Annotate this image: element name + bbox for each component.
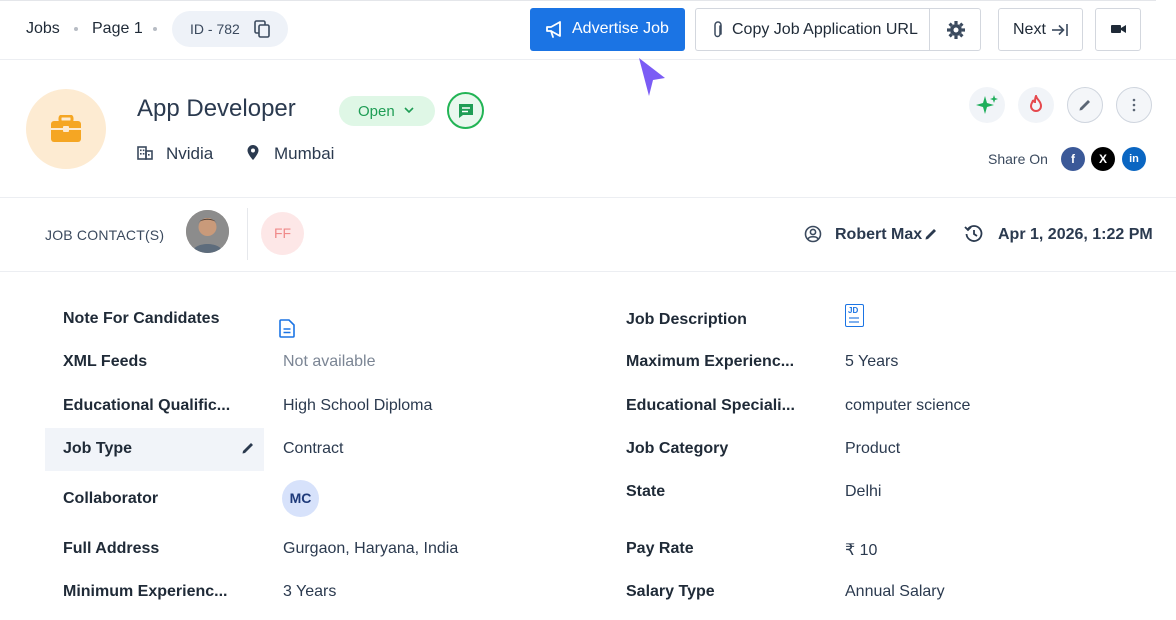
field-value: Not available [283, 353, 376, 370]
top-divider [0, 0, 1156, 1]
breadcrumb-page[interactable]: Page 1 [92, 20, 143, 38]
ai-sparkle-button[interactable] [969, 87, 1005, 123]
job-header: App Developer Open Nvidia Mumbai Share O… [0, 60, 1176, 198]
job-contacts-label: JOB CONTACT(S) [45, 227, 165, 243]
building-icon [137, 146, 153, 160]
edit-job-button[interactable] [1067, 87, 1103, 123]
job-description-file-icon[interactable]: JD [845, 304, 864, 327]
next-label: Next [1013, 21, 1046, 38]
person-photo [186, 210, 229, 253]
facebook-icon[interactable]: f [1061, 147, 1085, 171]
status-dropdown[interactable]: Open [339, 96, 435, 126]
contacts-divider [247, 208, 248, 260]
chevron-down-icon [404, 107, 414, 113]
field-value: High School Diploma [283, 397, 433, 414]
hot-job-button[interactable] [1018, 87, 1054, 123]
advertise-job-label: Advertise Job [572, 20, 669, 37]
briefcase-icon [51, 115, 81, 142]
contact-avatar-photo[interactable] [186, 210, 229, 253]
field-label: Collaborator [63, 490, 159, 507]
share-on-label: Share On [988, 151, 1048, 167]
field-value: ₹ 10 [845, 542, 878, 559]
field-value: 3 Years [283, 583, 337, 600]
field-label: Minimum Experienc... [63, 583, 228, 600]
field-label: Pay Rate [626, 540, 694, 557]
contact-avatar-initials[interactable]: FF [261, 212, 304, 255]
field-label: Job Description [626, 311, 747, 328]
video-button[interactable] [1095, 8, 1141, 51]
chat-icon [459, 104, 473, 118]
field-label: Job Category [626, 440, 729, 457]
edit-owner-icon[interactable] [924, 227, 938, 241]
job-avatar [26, 89, 106, 169]
fire-icon [1029, 95, 1043, 112]
kebab-menu-icon [1132, 98, 1136, 112]
job-id-pill: ID - 782 [172, 11, 288, 47]
field-value: Delhi [845, 483, 882, 500]
field-label: Job Type [63, 440, 133, 457]
location-pin-icon [247, 145, 259, 160]
field-label: Full Address [63, 540, 160, 557]
jd-icon-line [849, 317, 859, 319]
job-title: App Developer [137, 95, 296, 122]
field-label: Educational Speciali... [626, 397, 795, 414]
advertise-job-button[interactable]: Advertise Job [530, 8, 685, 51]
document-icon[interactable] [279, 319, 295, 338]
paperclip-icon [714, 21, 722, 38]
breadcrumb-jobs[interactable]: Jobs [26, 20, 60, 38]
linkedin-icon[interactable]: in [1122, 147, 1146, 171]
field-value: 5 Years [845, 353, 899, 370]
x-twitter-icon[interactable]: X [1091, 147, 1115, 171]
jd-icon-line [849, 321, 859, 323]
field-label: Note For Candidates [63, 310, 220, 327]
megaphone-icon [546, 21, 561, 38]
gear-icon [947, 21, 965, 39]
field-label: XML Feeds [63, 353, 148, 370]
field-value: Contract [283, 440, 344, 457]
sparkle-icon [976, 95, 998, 114]
job-id-text: ID - 782 [190, 21, 240, 37]
next-button[interactable]: Next [998, 8, 1083, 51]
settings-button[interactable] [929, 8, 981, 51]
field-value: Product [845, 440, 901, 457]
status-label: Open [358, 103, 395, 120]
company-name: Nvidia [166, 144, 214, 163]
more-options-button[interactable] [1116, 87, 1152, 123]
collaborator-avatar[interactable]: MC [282, 480, 319, 517]
history-icon [964, 225, 983, 242]
breadcrumb-separator [153, 27, 157, 31]
field-label: State [626, 483, 666, 500]
user-circle-icon [804, 225, 822, 243]
field-label: Educational Qualific... [63, 397, 231, 414]
edit-job-type-icon[interactable] [241, 441, 255, 455]
field-label: Salary Type [626, 583, 715, 600]
copy-icon[interactable] [254, 20, 270, 38]
copy-url-label: Copy Job Application URL [732, 21, 918, 38]
copy-application-url-button[interactable]: Copy Job Application URL [695, 8, 930, 51]
field-value: Gurgaon, Haryana, India [283, 540, 459, 557]
job-owner-name: Robert Max [835, 226, 923, 243]
field-value: computer science [845, 397, 971, 414]
job-location: Mumbai [274, 144, 335, 163]
arrow-right-to-line-icon [1052, 24, 1068, 36]
created-timestamp: Apr 1, 2026, 1:22 PM [998, 226, 1153, 243]
field-value: Annual Salary [845, 583, 945, 600]
breadcrumb-separator [74, 27, 78, 31]
video-camera-icon [1111, 25, 1126, 33]
pencil-icon [1079, 100, 1090, 111]
field-label: Maximum Experienc... [626, 353, 795, 370]
job-contacts-bar: JOB CONTACT(S) FF Robert Max Apr 1, 2026… [0, 198, 1176, 272]
top-toolbar: Jobs Page 1 ID - 782 Advertise Job Copy … [0, 0, 1176, 60]
jd-icon-text: JD [848, 306, 859, 315]
chat-button[interactable] [447, 92, 484, 129]
